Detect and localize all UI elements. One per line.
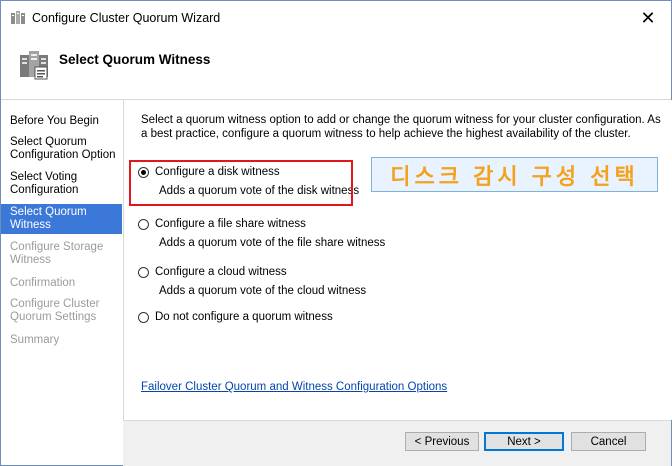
wizard-window: Configure Cluster Quorum Wizard ✕ Select…: [0, 0, 672, 466]
wizard-header: Select Quorum Witness: [1, 35, 671, 100]
cluster-app-icon: [11, 11, 25, 24]
step-before-you-begin[interactable]: Before You Begin: [1, 115, 122, 128]
close-button[interactable]: ✕: [633, 5, 663, 31]
instructions-text: Select a quorum witness option to add or…: [141, 114, 661, 140]
wizard-steps-sidebar: Before You Begin Select Quorum Configura…: [1, 100, 122, 465]
wizard-footer: < Previous Next > Cancel: [123, 420, 671, 466]
option-label: Do not configure a quorum witness: [155, 311, 333, 323]
cancel-button[interactable]: Cancel: [571, 432, 646, 451]
option-description: Adds a quorum vote of the cloud witness: [159, 285, 367, 297]
window-title: Configure Cluster Quorum Wizard: [32, 11, 221, 25]
option-description: Adds a quorum vote of the file share wit…: [159, 237, 386, 249]
step-configure-cluster-quorum-settings: Configure Cluster Quorum Settings: [10, 298, 100, 323]
previous-button[interactable]: < Previous: [405, 432, 479, 451]
highlight-box: [129, 160, 353, 206]
option-file-share-witness[interactable]: Configure a file share witness: [138, 218, 306, 230]
option-label: Configure a cloud witness: [155, 266, 287, 278]
step-select-quorum-configuration-option[interactable]: Select Quorum Configuration Option: [1, 136, 122, 162]
step-confirmation: Confirmation: [10, 277, 76, 289]
annotation-text: 디스크 감시 구성 선택: [390, 163, 639, 189]
radio-unselected-icon[interactable]: [138, 266, 149, 278]
radio-unselected-icon[interactable]: [138, 218, 149, 230]
step-select-quorum-witness[interactable]: Select Quorum Witness: [1, 204, 122, 234]
cluster-servers-icon: [20, 51, 48, 80]
wizard-content: Select a quorum witness option to add or…: [123, 100, 672, 420]
close-icon: ✕: [640, 7, 656, 28]
radio-unselected-icon[interactable]: [138, 311, 149, 323]
title-bar: Configure Cluster Quorum Wizard ✕: [1, 1, 671, 35]
page-title: Select Quorum Witness: [59, 52, 211, 67]
step-summary: Summary: [10, 334, 60, 346]
step-configure-storage-witness: Configure Storage Witness: [10, 241, 104, 266]
step-select-voting-configuration[interactable]: Select Voting Configuration: [1, 171, 122, 197]
next-button[interactable]: Next >: [484, 432, 564, 451]
help-link[interactable]: Failover Cluster Quorum and Witness Conf…: [141, 381, 447, 393]
option-cloud-witness[interactable]: Configure a cloud witness: [138, 266, 287, 278]
option-label: Configure a file share witness: [155, 218, 306, 230]
annotation-callout: 디스크 감시 구성 선택: [371, 157, 658, 192]
option-no-witness[interactable]: Do not configure a quorum witness: [138, 311, 333, 323]
